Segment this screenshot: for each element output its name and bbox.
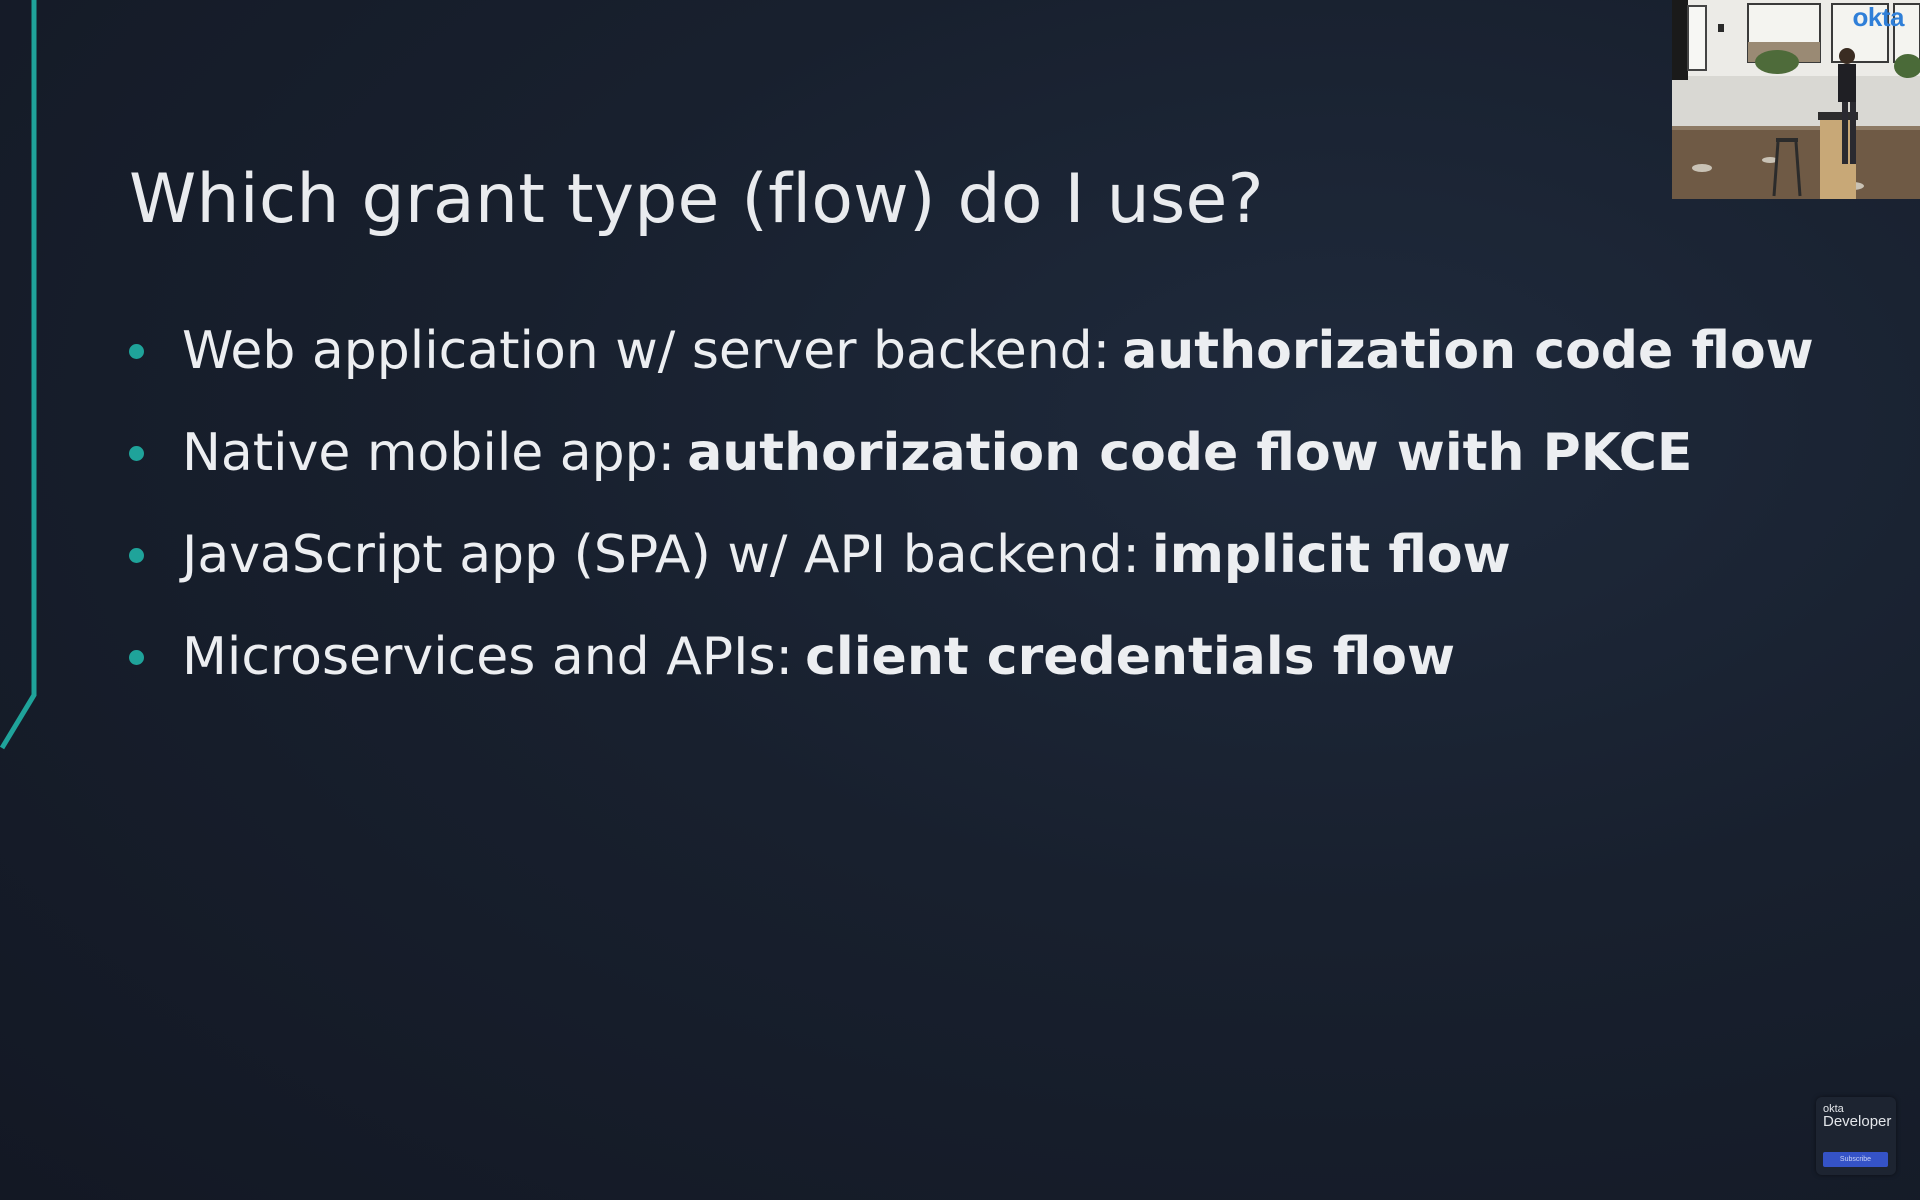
okta-logo: okta [1852,2,1905,32]
bullet-emphasis: authorization code flow with PKCE [687,423,1693,483]
bullet-emphasis: implicit flow [1151,525,1511,585]
bullet-list: Web application w/ server backend: autho… [129,300,1814,708]
bullet-text: Microservices and APIs: [182,627,794,687]
bullet-text: Web application w/ server backend: [182,321,1111,381]
bullet-emphasis: authorization code flow [1122,321,1814,381]
list-item: Microservices and APIs: client credentia… [129,606,1814,708]
bullet-dot-icon [129,547,144,563]
bullet-text: JavaScript app (SPA) w/ API backend: [182,525,1140,585]
bullet-dot-icon [129,445,144,461]
slide-title: Which grant type (flow) do I use? [129,160,1264,239]
bullet-text: Native mobile app: [182,423,676,483]
subscribe-button[interactable]: Subscribe [1823,1152,1888,1167]
presenter-camera-feed: okta [1672,0,1920,199]
channel-watermark: okta Developer Subscribe [1816,1097,1896,1175]
list-item: Web application w/ server backend: autho… [129,300,1814,402]
slide: Which grant type (flow) do I use? Web ap… [0,0,1920,1200]
watermark-product: Developer [1823,1113,1892,1130]
bullet-emphasis: client credentials flow [805,627,1456,687]
bullet-dot-icon [129,649,144,665]
list-item: JavaScript app (SPA) w/ API backend: imp… [129,504,1814,606]
bullet-dot-icon [129,343,144,359]
list-item: Native mobile app: authorization code fl… [129,402,1814,504]
accent-line [0,0,37,750]
